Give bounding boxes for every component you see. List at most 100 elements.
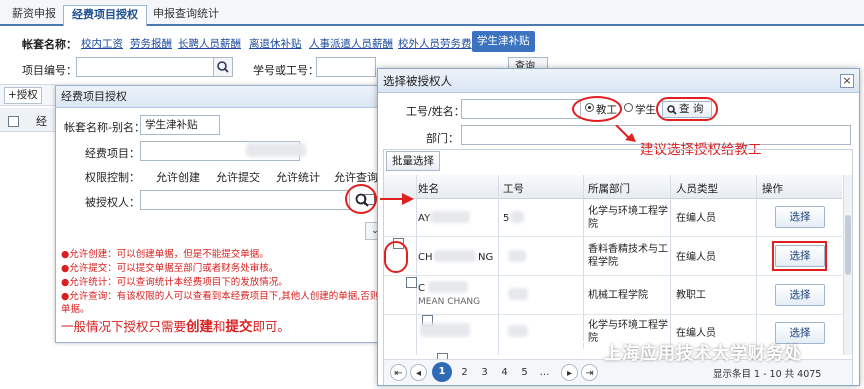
- account-student-subsidy-button[interactable]: 学生津补贴: [472, 31, 535, 52]
- account-row: 帐套名称： 校内工资 劳务报酬 长聘人员薪酬 离退休补贴 人事派遣人员薪酬 校外…: [0, 28, 864, 54]
- row-name: CH: [418, 252, 433, 263]
- big-tip-create: 创建: [186, 319, 214, 335]
- note-query-cont: 单据。: [61, 304, 90, 315]
- perm-query-label: 允许查询: [334, 171, 378, 184]
- page-5[interactable]: 5: [516, 364, 533, 381]
- search-icon: [217, 61, 229, 73]
- perm-create-label: 允许创建: [156, 171, 200, 184]
- first-page-icon[interactable]: ⇤: [390, 364, 407, 381]
- radio-staff-label: 教工: [596, 104, 617, 116]
- id-name-label: 工号/姓名：: [406, 105, 465, 118]
- prev-page-icon[interactable]: ◂: [410, 364, 427, 381]
- project-no-label: 项目编号：: [22, 64, 77, 77]
- col-name: 姓名: [418, 183, 439, 195]
- row-name-tail: NG: [478, 252, 494, 263]
- perm-label: 权限控制：: [85, 171, 140, 184]
- tab-declare-query-stats[interactable]: 申报查询统计: [153, 5, 219, 26]
- row-dept: 机械工程学院: [588, 290, 648, 301]
- last-page-icon[interactable]: ⇥: [581, 364, 598, 381]
- page-1[interactable]: 1: [432, 362, 452, 382]
- top-tab-bar: 薪资申报 经费项目授权 申报查询统计: [0, 0, 864, 26]
- wechat-icon: [576, 340, 598, 358]
- right-dialog-title: 选择被授权人: [378, 69, 859, 93]
- row-name: AY: [418, 213, 431, 224]
- watermark-text: 上海应用技术大学财务处: [604, 344, 802, 364]
- query-button-label: 查 询: [679, 103, 704, 115]
- perm-submit-label: 允许提交: [216, 171, 260, 184]
- dept-label: 部门：: [426, 132, 459, 145]
- account-link-labor-pay[interactable]: 劳务报酬: [130, 36, 172, 51]
- redacted-id: [508, 250, 526, 262]
- big-tip-end: 即可。: [252, 319, 291, 334]
- arrow-annotation-icon: [615, 125, 636, 142]
- perm-stats-label: 允许统计: [276, 171, 320, 184]
- next-page-icon[interactable]: ▸: [561, 364, 578, 381]
- redacted-project: [246, 143, 306, 157]
- project-search-button[interactable]: [213, 57, 233, 77]
- page-ellipsis: ...: [539, 367, 550, 378]
- authorized-label: 被授权人：: [85, 196, 140, 209]
- left-table-select-all[interactable]: [8, 115, 19, 127]
- page-4[interactable]: 4: [496, 364, 513, 381]
- account-link-campus-salary[interactable]: 校内工资: [81, 36, 123, 51]
- close-icon[interactable]: ×: [840, 74, 854, 88]
- authorized-input[interactable]: [140, 190, 350, 210]
- big-tip-submit: 提交: [225, 319, 253, 335]
- redacted-name: [430, 211, 470, 223]
- big-tip: 一般情况下授权只需要创建和提交即可。: [61, 315, 290, 335]
- account-link-dispatch-pay[interactable]: 人事派遣人员薪酬: [309, 36, 393, 51]
- tab-fund-project-auth[interactable]: 经费项目授权: [63, 5, 147, 26]
- col-action: 操作: [762, 183, 783, 195]
- account-alias-input[interactable]: 学生津补贴: [140, 115, 220, 135]
- row-name-line2: MEAN CHANG: [418, 297, 481, 307]
- row-type: 在编人员: [676, 252, 716, 263]
- account-label: 帐套名称：: [22, 38, 77, 51]
- grid-scrollbar[interactable]: [843, 175, 852, 355]
- select-button[interactable]: 选择: [775, 206, 825, 228]
- note-stats: ●允许统计：可以查询统计本经费项目下的发放情况。: [61, 277, 288, 288]
- row-dept: 化学与环境工程学院: [588, 206, 668, 230]
- redacted-name: [434, 250, 476, 262]
- account-link-long-term-pay[interactable]: 长聘人员薪酬: [178, 36, 241, 51]
- search-icon: [667, 105, 677, 115]
- page-3[interactable]: 3: [476, 364, 493, 381]
- row-name: C: [418, 283, 425, 294]
- left-dialog-title: 经费项目授权: [56, 86, 384, 108]
- row-dept: 香料香精技术与工程学院: [588, 244, 668, 268]
- account-link-retiree-subsidy[interactable]: 离退休补贴: [249, 36, 302, 51]
- scrollbar-thumb[interactable]: [845, 215, 851, 275]
- radio-student[interactable]: [624, 103, 633, 112]
- query-button[interactable]: 查 询: [662, 101, 712, 118]
- radio-staff[interactable]: [585, 103, 594, 112]
- big-tip-and: 和: [213, 319, 226, 334]
- highlight-circle-checkbox: [384, 241, 408, 273]
- col-dept: 所属部门: [588, 183, 630, 195]
- project-no-input[interactable]: [76, 57, 214, 77]
- col-id: 工号: [503, 183, 524, 195]
- left-table-header: 经: [0, 108, 55, 132]
- account-alias-label: 帐套名称-别名：: [64, 121, 145, 134]
- id-label: 学号或工号：: [253, 64, 319, 77]
- big-tip-text: 一般情况下授权只需要: [61, 319, 187, 334]
- pagination-info: 显示条目 1 - 10 共 4075: [713, 369, 822, 380]
- note-create: ●允许创建：可以创建单据，但是不能提交单据。: [61, 249, 269, 260]
- redacted-id: [508, 288, 528, 300]
- id-input[interactable]: [316, 57, 376, 77]
- note-query: ●允许查询：有该权限的人可以查看到本经费项目下,其他人创建的单据,否则: [61, 291, 380, 302]
- page-2[interactable]: 2: [456, 364, 473, 381]
- redacted-name: [420, 323, 470, 337]
- row-id: 5: [503, 213, 510, 224]
- note-submit: ●允许提交：可以提交单据至部门或者财务处审核。: [61, 263, 279, 274]
- tab-salary-declare[interactable]: 薪资申报: [12, 5, 56, 26]
- id-name-input[interactable]: [461, 99, 581, 119]
- batch-select-button[interactable]: 批量选择: [386, 151, 440, 171]
- highlight-circle-search: [345, 184, 377, 214]
- fund-project-auth-dialog: 经费项目授权 帐套名称-别名： 学生津补贴 经费项目： 权限控制： 允许创建 允…: [55, 85, 388, 343]
- redacted-name: [428, 281, 468, 293]
- account-link-outside-labor[interactable]: 校外人员劳务费: [398, 36, 472, 51]
- select-button[interactable]: 选择: [775, 284, 825, 306]
- select-button[interactable]: 选择: [775, 245, 825, 267]
- row-type: 教职工: [676, 290, 706, 301]
- add-auth-button[interactable]: +授权: [4, 87, 42, 104]
- toolbar: +授权: [0, 84, 55, 106]
